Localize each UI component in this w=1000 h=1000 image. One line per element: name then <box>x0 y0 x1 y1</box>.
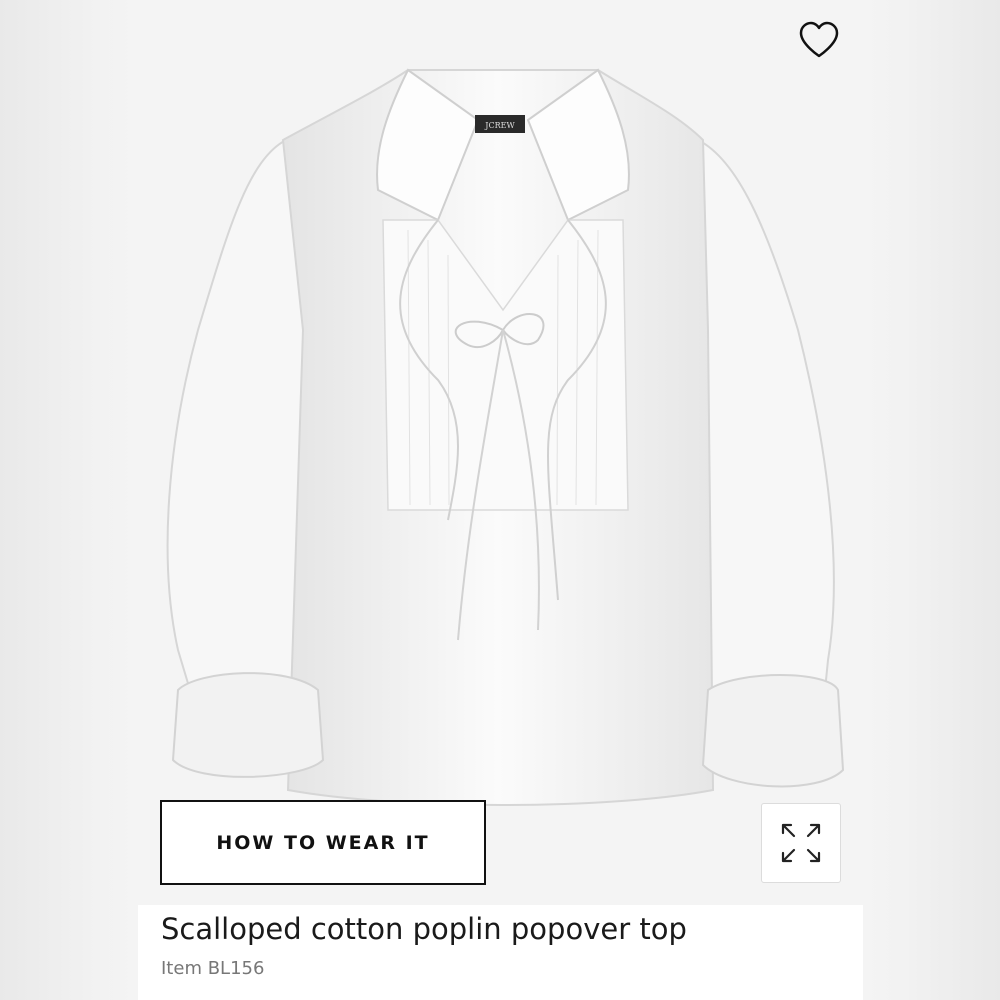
expand-image-button[interactable] <box>761 803 841 883</box>
product-image[interactable]: JCREW HOW TO WEAR IT <box>138 0 863 905</box>
product-title: Scalloped cotton poplin popover top <box>161 912 687 946</box>
brand-label: JCREW <box>484 121 515 130</box>
expand-arrows-icon <box>781 823 821 863</box>
how-to-wear-label: HOW TO WEAR IT <box>216 831 430 854</box>
heart-outline-icon <box>799 21 839 58</box>
how-to-wear-button[interactable]: HOW TO WEAR IT <box>160 800 486 885</box>
product-card: JCREW HOW TO WEAR IT Scalloped cotton po… <box>138 0 863 1000</box>
item-number: Item BL156 <box>161 958 265 979</box>
right-backdrop <box>860 0 1000 1000</box>
left-backdrop <box>0 0 140 1000</box>
favorite-button[interactable] <box>795 18 843 62</box>
product-photo-shirt: JCREW <box>166 68 845 806</box>
